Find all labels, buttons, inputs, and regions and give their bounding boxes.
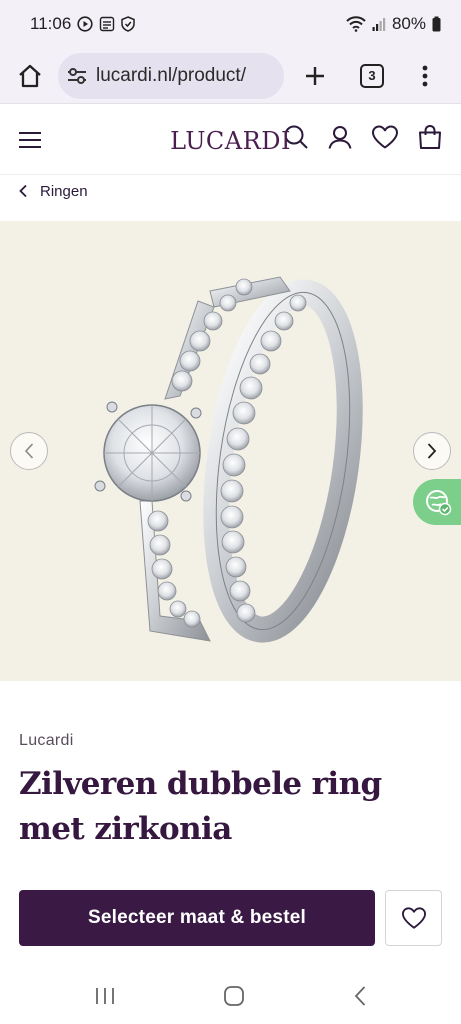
plus-icon xyxy=(306,66,324,85)
url-text: lucardi.nl/product/ xyxy=(96,64,246,86)
menu-button[interactable] xyxy=(18,128,44,152)
site-header: LUCARDI xyxy=(0,105,461,175)
chevron-left-icon xyxy=(24,443,34,459)
account-button[interactable] xyxy=(327,124,353,155)
browser-menu-button[interactable] xyxy=(420,56,430,96)
chevron-right-icon xyxy=(427,443,437,459)
recents-button[interactable] xyxy=(94,986,116,1011)
product-image xyxy=(94,276,363,643)
battery-icon xyxy=(432,16,441,32)
select-size-order-button[interactable]: Selecteer maat & bestel xyxy=(19,890,375,946)
more-vert-icon xyxy=(422,65,428,86)
home-icon xyxy=(19,64,41,87)
chevron-left-icon xyxy=(19,184,27,198)
account-icon xyxy=(328,126,352,149)
signal-icon xyxy=(372,16,386,32)
back-button[interactable] xyxy=(353,985,367,1012)
browser-toolbar: lucardi.nl/product/ 3 xyxy=(0,48,461,104)
site-settings-icon[interactable] xyxy=(66,66,88,86)
tab-switcher-button[interactable]: 3 xyxy=(360,63,384,88)
home-button[interactable] xyxy=(10,56,50,96)
wifi-icon xyxy=(346,16,366,32)
home-nav-button[interactable] xyxy=(223,985,245,1012)
news-icon xyxy=(99,16,115,32)
status-bar: 11:06 80% xyxy=(0,0,461,48)
shopping-bag-icon xyxy=(419,124,441,149)
recents-icon xyxy=(95,987,114,1004)
breadcrumb[interactable]: Ringen xyxy=(18,178,88,204)
brand-logo[interactable]: LUCARDI xyxy=(170,127,291,155)
gallery-next-button[interactable] xyxy=(413,432,451,470)
translate-floating-button[interactable] xyxy=(413,479,461,525)
battery-percent: 80% xyxy=(391,14,426,33)
product-title: Zilveren dubbele ring met zirkonia xyxy=(19,766,382,847)
add-to-wishlist-button[interactable] xyxy=(385,890,442,946)
play-icon xyxy=(77,16,93,32)
heart-icon xyxy=(401,907,426,929)
gallery-prev-button[interactable] xyxy=(10,432,48,470)
shield-icon xyxy=(121,16,136,32)
cart-button[interactable] xyxy=(417,124,443,155)
home-nav-icon xyxy=(224,985,245,1006)
menu-icon xyxy=(19,131,41,148)
breadcrumb-label: Ringen xyxy=(40,182,88,200)
product-gallery[interactable] xyxy=(0,221,461,681)
heart-icon xyxy=(372,125,398,149)
system-navigation-bar xyxy=(0,972,461,1024)
status-time: 11:06 xyxy=(30,14,72,33)
globe-check-icon xyxy=(426,490,452,516)
new-tab-button[interactable] xyxy=(300,56,330,96)
url-bar[interactable]: lucardi.nl/product/ xyxy=(58,52,284,99)
back-icon xyxy=(354,985,366,1006)
wishlist-button[interactable] xyxy=(371,124,399,155)
product-brand[interactable]: Lucardi xyxy=(19,732,74,750)
